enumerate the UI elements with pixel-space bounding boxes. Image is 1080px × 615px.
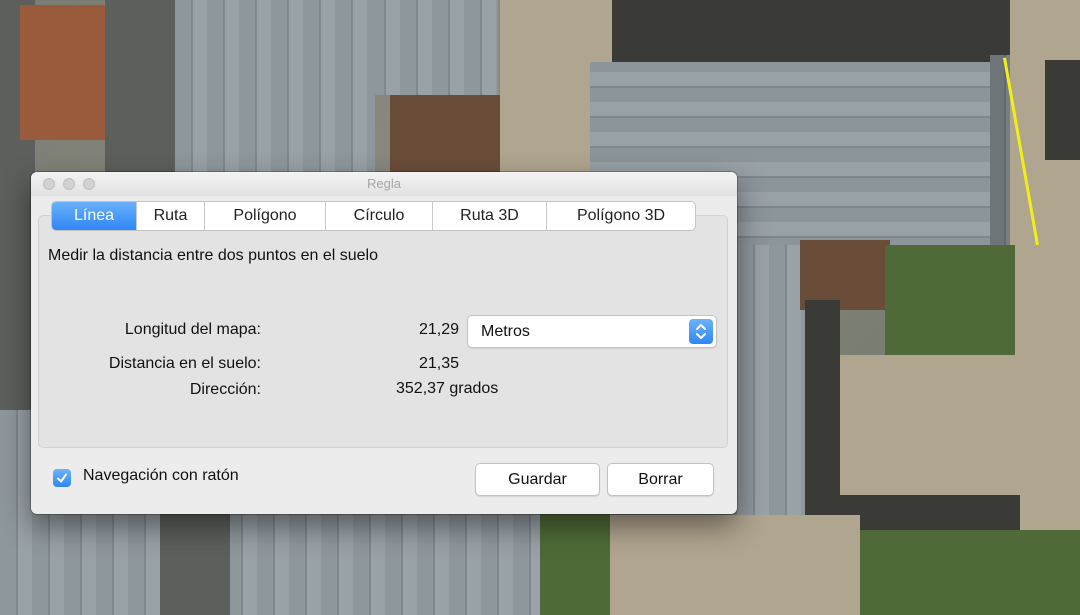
map-yard xyxy=(835,355,1040,495)
map-length-value: 21,29 xyxy=(418,321,459,338)
map-vegetation xyxy=(885,245,1015,355)
mouse-navigation-checkbox[interactable] xyxy=(53,469,71,487)
title-bar[interactable]: Regla xyxy=(31,172,737,196)
tab-linea[interactable]: Línea xyxy=(52,202,136,230)
mouse-navigation-label[interactable]: Navegación con ratón xyxy=(83,467,239,485)
heading-value: 352,37 grados xyxy=(396,380,499,397)
map-roof xyxy=(175,0,375,175)
mode-description: Medir la distancia entre dos puntos en e… xyxy=(48,247,378,264)
clear-button[interactable]: Borrar xyxy=(607,463,714,496)
window-title: Regla xyxy=(367,176,401,191)
map-building xyxy=(20,5,105,140)
measure-mode-tabs: Línea Ruta Polígono Círculo Ruta 3D Polí… xyxy=(51,201,696,231)
map-dirt xyxy=(600,515,860,615)
tab-poligono[interactable]: Polígono xyxy=(204,202,325,230)
tab-ruta-3d[interactable]: Ruta 3D xyxy=(432,202,546,230)
map-vegetation xyxy=(850,530,1080,615)
map-roof xyxy=(225,505,555,615)
map-roof xyxy=(368,0,498,95)
save-button[interactable]: Guardar xyxy=(475,463,600,496)
map-roof xyxy=(737,245,807,550)
map-building xyxy=(1045,60,1080,160)
unit-select-value: Metros xyxy=(481,323,530,340)
checkmark-icon xyxy=(57,473,67,483)
ground-distance-label: Distancia en el suelo: xyxy=(108,355,261,372)
map-wall xyxy=(805,300,840,540)
tab-ruta[interactable]: Ruta xyxy=(136,202,204,230)
map-length-label: Longitud del mapa: xyxy=(124,321,261,338)
map-street xyxy=(105,0,180,190)
ground-distance-value: 21,35 xyxy=(418,355,459,372)
unit-select[interactable]: Metros xyxy=(467,315,717,348)
updown-chevron-icon xyxy=(689,319,713,344)
tab-poligono-3d[interactable]: Polígono 3D xyxy=(546,202,695,230)
heading-label: Dirección: xyxy=(189,381,261,398)
ruler-dialog: Regla Línea Ruta Polígono Círculo Ruta 3… xyxy=(31,172,737,514)
map-street xyxy=(160,505,230,615)
map-vegetation xyxy=(540,505,610,615)
tab-circulo[interactable]: Círculo xyxy=(325,202,432,230)
map-wall xyxy=(840,495,1020,530)
